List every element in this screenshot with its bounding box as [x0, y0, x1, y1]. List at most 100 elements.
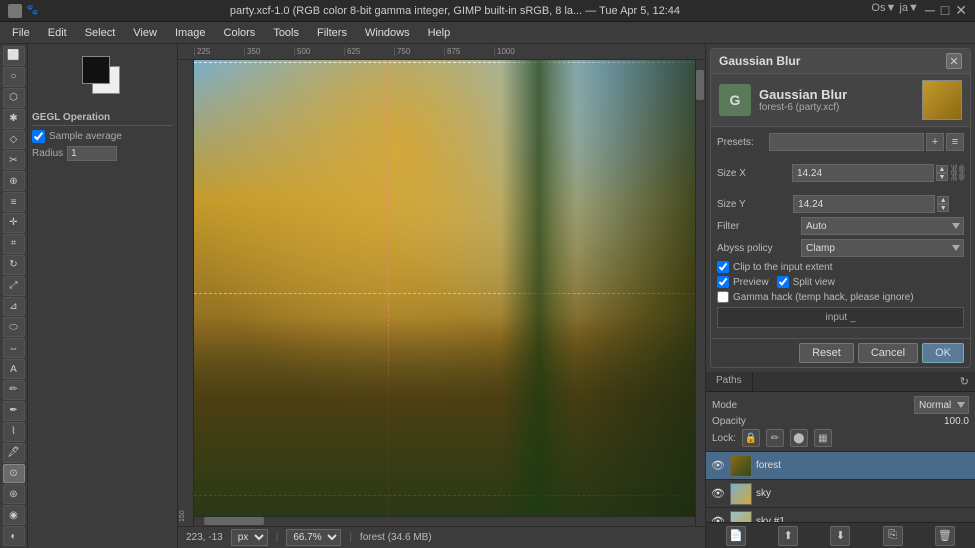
cancel-button[interactable]: Cancel [858, 343, 918, 363]
canvas-status-bar: 223, -13 px | 66.7% | forest (34.6 MB) [178, 526, 705, 548]
delete-layer-button[interactable]: 🗑 [935, 526, 955, 546]
lower-layer-button[interactable]: ⬇ [830, 526, 850, 546]
duplicate-layer-button[interactable]: ⎘ [883, 526, 903, 546]
panel-footer: 📄 ⬆ ⬇ ⎘ 🗑 [706, 522, 975, 548]
size-y-increment[interactable]: ▲ [937, 196, 949, 204]
tool-scale[interactable]: ⤢ [3, 276, 25, 296]
tool-flip[interactable]: ⇔ [3, 338, 25, 358]
tool-transform[interactable]: ⊕ [3, 171, 25, 191]
close-button[interactable]: ✕ [955, 2, 967, 19]
size-x-decrement[interactable]: ▼ [936, 173, 948, 181]
menu-windows[interactable]: Windows [357, 25, 418, 41]
layer-item-forest[interactable]: 👁 forest [706, 452, 975, 480]
size-x-input[interactable] [792, 164, 934, 182]
menu-filters[interactable]: Filters [309, 25, 355, 41]
tool-align[interactable]: ≡ [3, 192, 25, 212]
gamma-checkbox[interactable] [717, 291, 729, 303]
menu-tools[interactable]: Tools [265, 25, 307, 41]
tool-scissors[interactable]: ✂ [3, 150, 25, 170]
abyss-select[interactable]: Clamp [801, 239, 964, 257]
preview-checkbox[interactable] [717, 276, 729, 288]
mode-select[interactable]: Normal [914, 396, 969, 414]
tool-airbrush[interactable]: ⌇ [3, 422, 25, 442]
tab-paths[interactable]: Paths [706, 372, 753, 391]
tool-heal[interactable]: ⊙ [3, 464, 25, 484]
canvas-scrollbar-vertical[interactable] [695, 60, 705, 526]
ruler-mark-500: 500 [294, 47, 344, 56]
lock-pixels-button[interactable]: 🔒 [742, 429, 760, 447]
title-bar-text: party.xcf-1.0 (RGB color 8-bit gamma int… [46, 5, 863, 17]
menu-file[interactable]: File [4, 25, 38, 41]
tool-blur[interactable]: ◉ [3, 505, 25, 525]
layer-eye-forest[interactable]: 👁 [710, 458, 726, 474]
filter-select[interactable]: Auto [801, 217, 964, 235]
tool-dodge[interactable]: ◐ [3, 526, 25, 546]
opacity-value: 100.0 [944, 416, 969, 427]
clip-checkbox[interactable] [717, 261, 729, 273]
lock-position-button[interactable]: ▦ [814, 429, 832, 447]
layer-item-sky[interactable]: 👁 sky [706, 480, 975, 508]
menu-select[interactable]: Select [77, 25, 124, 41]
tool-paint[interactable]: ✏ [3, 380, 25, 400]
menu-colors[interactable]: Colors [216, 25, 264, 41]
reset-button[interactable]: Reset [799, 343, 854, 363]
split-checkbox[interactable] [777, 276, 789, 288]
menu-image[interactable]: Image [167, 25, 214, 41]
presets-input[interactable] [769, 133, 924, 151]
preview-split-row: Preview Split view [717, 276, 964, 291]
tool-shear[interactable]: ⊿ [3, 297, 25, 317]
minimize-button[interactable]: ─ [925, 2, 935, 19]
size-y-decrement[interactable]: ▼ [937, 204, 949, 212]
size-y-input[interactable] [793, 195, 935, 213]
tool-clone[interactable]: ⊛ [3, 484, 25, 504]
dialog-close-button[interactable]: ✕ [946, 53, 962, 69]
title-bar-controls[interactable]: Os▼ ja▼ ─ □ ✕ [871, 2, 967, 19]
os-indicator[interactable]: Os▼ ja▼ [871, 2, 918, 19]
layer-item-sky1[interactable]: 👁 sky #1 [706, 508, 975, 522]
tool-move[interactable]: ✛ [3, 213, 25, 233]
scrollbar-thumb-h[interactable] [204, 517, 264, 525]
canvas-tree-mid [501, 60, 578, 526]
tool-options-header: GEGL Operation [32, 110, 173, 126]
canvas-image[interactable] [194, 60, 705, 526]
layer-eye-sky1[interactable]: 👁 [710, 514, 726, 523]
tool-perspective[interactable]: ⬭ [3, 317, 25, 337]
chain-link-icon[interactable]: ⛓ [952, 155, 964, 191]
size-x-increment[interactable]: ▲ [936, 165, 948, 173]
size-x-spinners: ▲ ▼ [936, 165, 948, 181]
ok-button[interactable]: OK [922, 343, 964, 363]
lock-alpha-button[interactable]: ⬤ [790, 429, 808, 447]
tool-rotate[interactable]: ↻ [3, 255, 25, 275]
ruler-mark-625: 625 [344, 47, 394, 56]
tool-rect-select[interactable]: ⬜ [3, 46, 25, 66]
presets-menu-button[interactable]: ≡ [946, 133, 964, 151]
panel-refresh-button[interactable]: ↻ [954, 372, 975, 391]
tool-text[interactable]: A [3, 359, 25, 379]
size-y-label: Size Y [717, 199, 789, 210]
maximize-button[interactable]: □ [941, 2, 949, 19]
tool-fuzzy-select[interactable]: ✱ [3, 109, 25, 129]
new-layer-button[interactable]: 📄 [726, 526, 746, 546]
presets-row: Presets: + ≡ [717, 133, 964, 151]
scrollbar-thumb-v[interactable] [696, 70, 704, 100]
tool-crop[interactable]: ⌗ [3, 234, 25, 254]
sample-average-checkbox[interactable] [32, 130, 45, 143]
tool-ellipse-select[interactable]: ○ [3, 67, 25, 87]
tool-pencil[interactable]: ✒ [3, 401, 25, 421]
menu-edit[interactable]: Edit [40, 25, 75, 41]
menu-view[interactable]: View [125, 25, 165, 41]
radius-input[interactable] [67, 146, 117, 161]
lock-draw-button[interactable]: ✏ [766, 429, 784, 447]
zoom-select[interactable]: 66.7% [286, 529, 341, 546]
presets-add-button[interactable]: + [926, 133, 944, 151]
foreground-color-swatch[interactable] [82, 56, 110, 84]
unit-select[interactable]: px [231, 529, 268, 546]
menu-help[interactable]: Help [420, 25, 459, 41]
tool-ink[interactable]: 🖋 [3, 443, 25, 463]
canvas-scrollbar-horizontal[interactable] [194, 516, 695, 526]
dialog-plugin-file: forest-6 (party.xcf) [759, 102, 847, 113]
tool-select-color[interactable]: ◇ [3, 130, 25, 150]
layer-eye-sky[interactable]: 👁 [710, 486, 726, 502]
tool-free-select[interactable]: ⬡ [3, 88, 25, 108]
raise-layer-button[interactable]: ⬆ [778, 526, 798, 546]
